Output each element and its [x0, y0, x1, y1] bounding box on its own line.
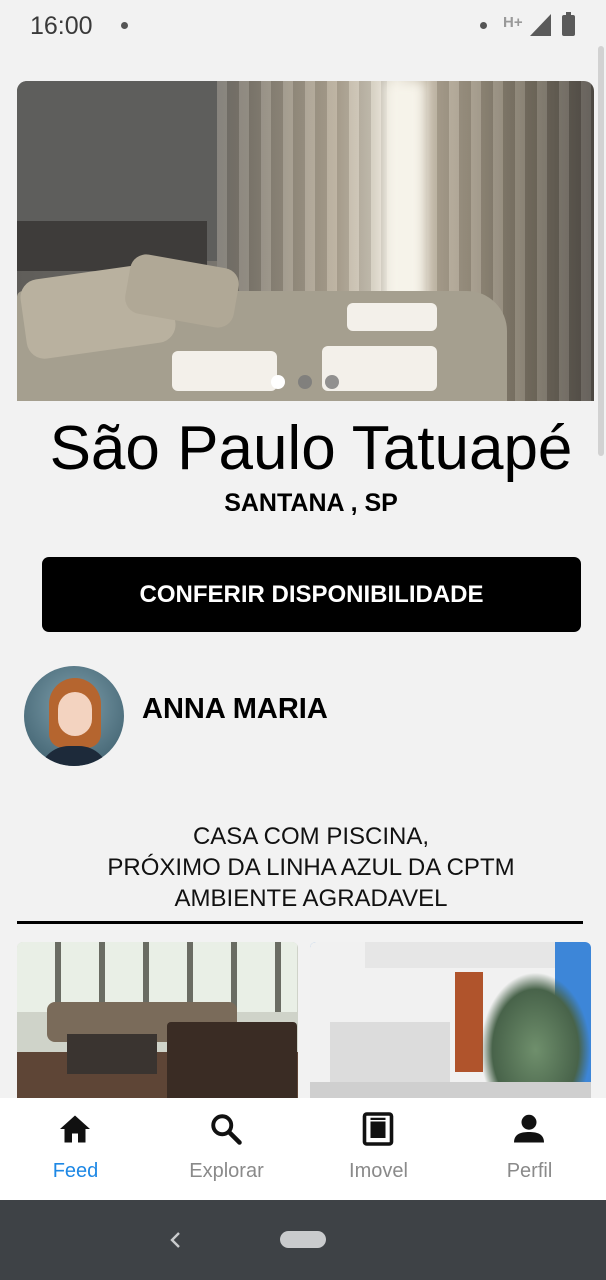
nav-label-explorar: Explorar: [189, 1160, 264, 1182]
nav-label-perfil: Perfil: [506, 1160, 553, 1182]
thumb-table: [67, 1034, 157, 1074]
listing-description: CASA COM PISCINA, PRÓXIMO DA LINHA AZUL …: [0, 821, 606, 914]
nav-item-explorar[interactable]: Explorar: [151, 1098, 302, 1200]
back-icon[interactable]: [166, 1230, 186, 1250]
description-line: PRÓXIMO DA LINHA AZUL DA CPTM: [107, 854, 515, 881]
nav-item-feed[interactable]: Feed: [0, 1098, 151, 1200]
nav-label-feed: Feed: [52, 1160, 99, 1182]
nav-label-imovel: Imovel: [349, 1160, 408, 1182]
signal-icon: [530, 14, 551, 36]
photo-window-light: [385, 81, 425, 311]
carousel-indicator: [271, 375, 339, 389]
photo-towel: [322, 346, 437, 391]
avatar-shirt: [39, 746, 109, 766]
description-line: CASA COM PISCINA,: [192, 823, 430, 850]
description-line: AMBIENTE AGRADAVEL: [174, 885, 448, 912]
avatar-face: [58, 692, 92, 736]
carousel-dot-1[interactable]: [271, 375, 285, 389]
carousel-dot-3[interactable]: [325, 375, 339, 389]
listing-photo-carousel[interactable]: [17, 81, 594, 401]
owner-avatar[interactable]: [24, 666, 124, 766]
photo-towel: [347, 303, 437, 331]
section-divider: [17, 921, 583, 924]
nav-item-perfil[interactable]: Perfil: [454, 1098, 605, 1200]
owner-name[interactable]: ANNA MARIA: [142, 693, 328, 726]
building-icon: [362, 1112, 394, 1146]
thumb-upper-floor: [365, 942, 555, 968]
home-icon: [60, 1115, 90, 1143]
status-dot-icon: [480, 22, 487, 29]
scrollbar[interactable]: [598, 46, 604, 456]
check-availability-button[interactable]: CONFERIR DISPONIBILIDADE: [42, 557, 581, 632]
notification-dot-icon: [121, 22, 128, 29]
status-time: 16:00: [30, 12, 93, 40]
thumb-chairs: [167, 1022, 297, 1102]
battery-icon: [562, 12, 575, 36]
listing-title: São Paulo Tatuapé: [49, 414, 573, 483]
photo-towel: [172, 351, 277, 391]
nav-item-imovel[interactable]: Imovel: [303, 1098, 454, 1200]
home-button[interactable]: [280, 1231, 326, 1248]
network-type: H+: [503, 14, 523, 31]
thumb-wood-panel: [455, 972, 483, 1072]
carousel-dot-2[interactable]: [298, 375, 312, 389]
status-bar: 16:00 H+: [0, 0, 606, 54]
gallery-thumbnail-house-front[interactable]: [310, 942, 591, 1102]
gallery-thumbnail-living-room[interactable]: [17, 942, 298, 1102]
person-icon: [514, 1114, 544, 1143]
listing-location: SANTANA , SP: [224, 489, 398, 517]
bottom-navigation: Feed Explorar Imovel Perfil: [0, 1098, 606, 1200]
search-icon: [211, 1114, 242, 1145]
